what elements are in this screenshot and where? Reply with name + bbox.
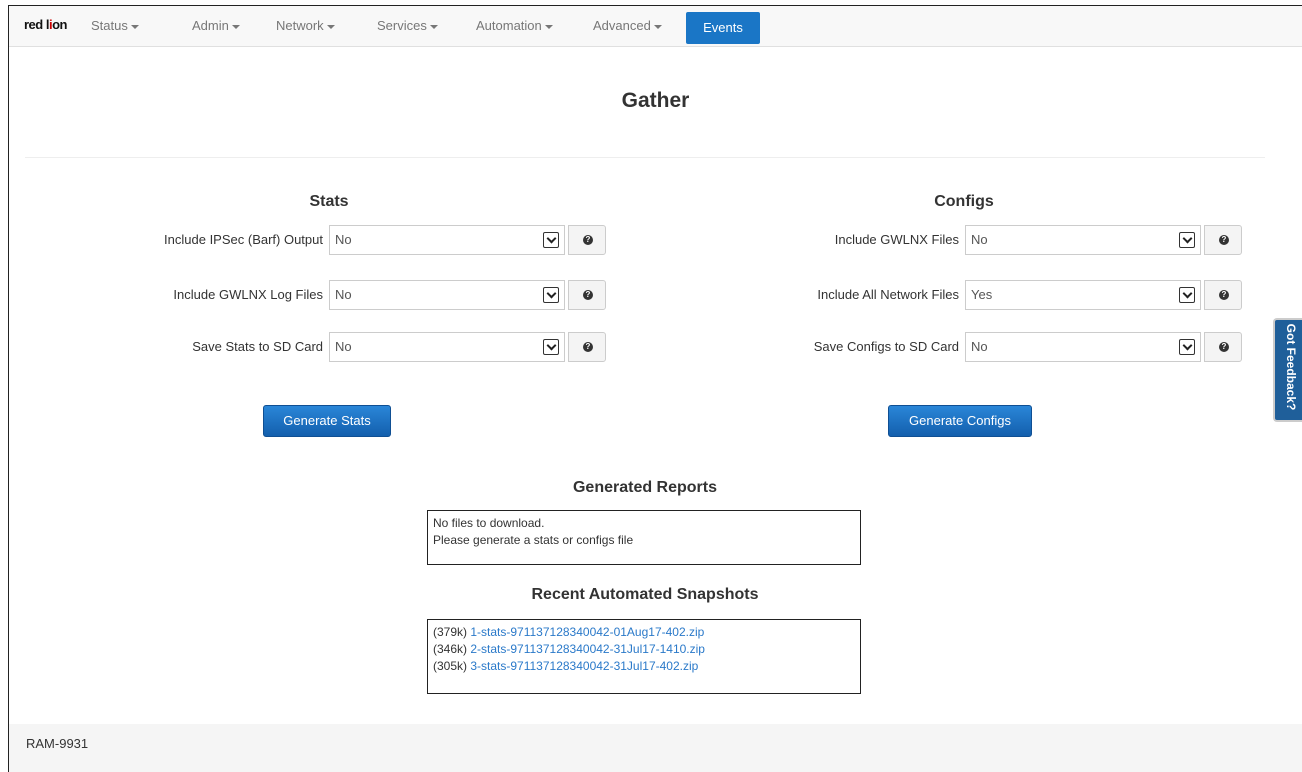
redlion-logo[interactable]: red lion [24, 17, 67, 32]
gwlnx-log-select[interactable]: No [329, 280, 565, 310]
network-files-select[interactable]: Yes [965, 280, 1201, 310]
help-button[interactable]: ? [568, 225, 606, 255]
divider [25, 157, 1265, 158]
list-item: Please generate a stats or configs file [433, 533, 634, 547]
ipsec-output-select[interactable]: No [329, 225, 565, 255]
feedback-tab[interactable]: Got Feedback? [1273, 318, 1302, 422]
caret-down-icon [326, 24, 335, 29]
nav-network[interactable]: Network [276, 6, 335, 46]
stats-row-label: Save Stats to SD Card [192, 339, 323, 354]
list-item: (305k) 3-stats-971137128340042-31Jul17-4… [433, 659, 699, 673]
caret-down-icon [653, 24, 662, 29]
nav-services[interactable]: Services [377, 6, 438, 46]
help-button[interactable]: ? [568, 280, 606, 310]
dropdown-arrow-icon [1179, 232, 1195, 248]
nav-advanced[interactable]: Advanced [593, 6, 662, 46]
stats-row-label: Include GWLNX Log Files [173, 287, 323, 302]
generate-stats-button[interactable]: Generate Stats [263, 405, 391, 437]
footer: RAM-9931 [9, 724, 1302, 772]
dropdown-arrow-icon [1179, 287, 1195, 303]
configs-row-label: Include All Network Files [817, 287, 959, 302]
help-button[interactable]: ? [1204, 225, 1242, 255]
question-icon: ? [583, 342, 593, 352]
stats-heading: Stats [309, 193, 349, 210]
nav-automation[interactable]: Automation [476, 6, 553, 46]
configs-sd-select[interactable]: No [965, 332, 1201, 362]
stats-sd-select[interactable]: No [329, 332, 565, 362]
question-icon: ? [583, 235, 593, 245]
reports-heading: Generated Reports [572, 479, 718, 496]
gwlnx-files-select[interactable]: No [965, 225, 1201, 255]
snapshots-heading: Recent Automated Snapshots [531, 586, 759, 603]
caret-down-icon [429, 24, 438, 29]
snapshot-link[interactable]: 2-stats-971137128340042-31Jul17-1410.zip [470, 642, 705, 656]
dropdown-arrow-icon [543, 232, 559, 248]
question-icon: ? [583, 290, 593, 300]
device-name: RAM-9931 [26, 736, 89, 751]
list-item: (346k) 2-stats-971137128340042-31Jul17-1… [433, 642, 705, 656]
nav-status[interactable]: Status [91, 6, 139, 46]
reports-box: No files to download. Please generate a … [427, 510, 861, 565]
caret-down-icon [231, 24, 240, 29]
configs-row-label: Include GWLNX Files [834, 232, 959, 247]
question-icon: ? [1219, 342, 1229, 352]
stats-row-label: Include IPSec (Barf) Output [164, 232, 323, 247]
page-title: Gather [621, 89, 690, 112]
list-item: (379k) 1-stats-971137128340042-01Aug17-4… [433, 625, 705, 639]
question-icon: ? [1219, 235, 1229, 245]
nav-events[interactable]: Events [686, 12, 760, 44]
help-button[interactable]: ? [568, 332, 606, 362]
snapshot-link[interactable]: 1-stats-971137128340042-01Aug17-402.zip [470, 625, 704, 639]
dropdown-arrow-icon [543, 339, 559, 355]
help-button[interactable]: ? [1204, 280, 1242, 310]
snapshots-box: (379k) 1-stats-971137128340042-01Aug17-4… [427, 619, 861, 694]
dropdown-arrow-icon [1179, 339, 1195, 355]
configs-row-label: Save Configs to SD Card [813, 339, 959, 354]
nav-admin[interactable]: Admin [192, 6, 240, 46]
caret-down-icon [130, 24, 139, 29]
app-frame: red lion Status Admin Network Services A… [8, 5, 1302, 772]
list-item: No files to download. [433, 516, 545, 530]
generate-configs-button[interactable]: Generate Configs [888, 405, 1032, 437]
configs-heading: Configs [934, 193, 994, 210]
question-icon: ? [1219, 290, 1229, 300]
dropdown-arrow-icon [543, 287, 559, 303]
navbar: red lion Status Admin Network Services A… [9, 6, 1302, 47]
snapshot-link[interactable]: 3-stats-971137128340042-31Jul17-402.zip [470, 659, 698, 673]
caret-down-icon [544, 24, 553, 29]
help-button[interactable]: ? [1204, 332, 1242, 362]
